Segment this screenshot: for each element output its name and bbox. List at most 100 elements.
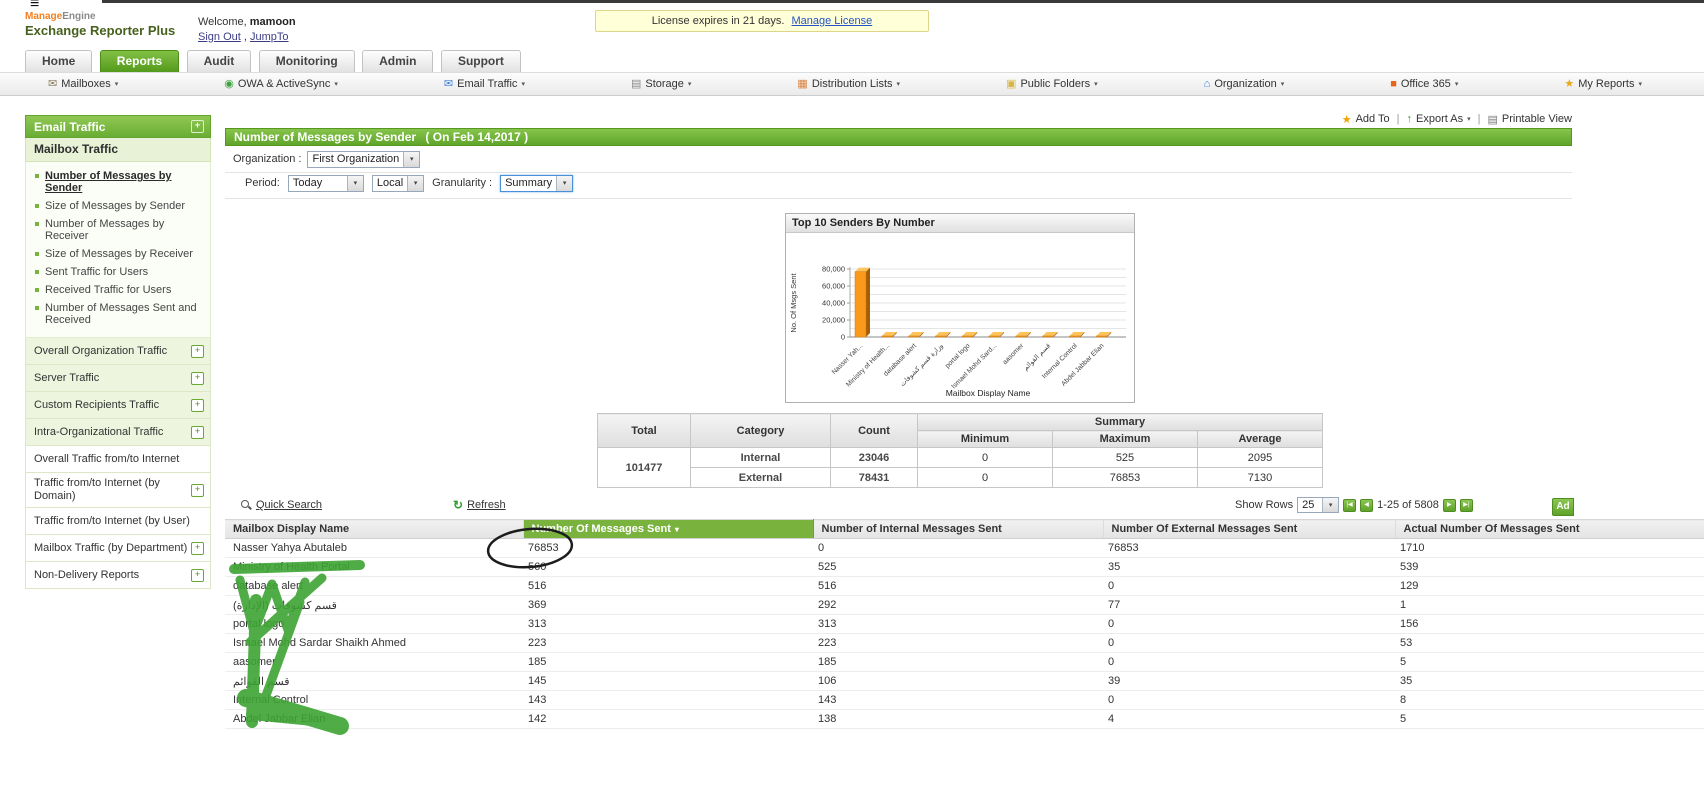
expand-plus-icon[interactable]: + (191, 568, 204, 582)
next-page-button[interactable]: ▶ (1442, 498, 1456, 512)
tab[interactable]: Monitoring (258, 50, 355, 72)
external-messages-cell: 0 (1103, 576, 1395, 596)
expand-icon[interactable]: + (191, 120, 204, 133)
first-page-button[interactable]: |◀ (1343, 498, 1357, 512)
add-to-button[interactable]: ★ Add To (1342, 113, 1390, 126)
svg-text:Mailbox Display Name: Mailbox Display Name (946, 388, 1031, 398)
summary-max: 76853 (1052, 467, 1198, 488)
sidebar-section[interactable]: Custom Recipients Traffic + (25, 392, 211, 419)
nav-item-label: Organization (1214, 78, 1277, 90)
sidebar-header-email-traffic[interactable]: Email Traffic + (25, 115, 211, 138)
chevron-down-icon: ▾ (521, 81, 525, 88)
nav-item[interactable]: ▦ Distribution Lists ▾ (797, 78, 900, 90)
internal-messages-cell: 106 (813, 671, 1103, 691)
summary-category: Internal (690, 447, 831, 468)
nav-item[interactable]: ▣ Public Folders ▾ (1006, 78, 1098, 90)
sidebar-section[interactable]: Overall Organization Traffic + (25, 338, 211, 365)
refresh-icon: ↻ (453, 498, 464, 512)
column-header-mailbox-display-name[interactable]: Mailbox Display Name (225, 519, 524, 539)
sidebar-report-link[interactable]: Size of Messages by Receiver (32, 245, 206, 263)
column-header-external-messages-sent[interactable]: Number Of External Messages Sent (1103, 519, 1396, 539)
nav-item[interactable]: ■ Office 365 ▾ (1390, 78, 1458, 90)
nav-item[interactable]: ★ My Reports ▾ (1564, 78, 1642, 90)
chevron-down-icon: ▾ (1094, 81, 1098, 88)
refresh-button[interactable]: ↻ Refresh (453, 499, 506, 511)
sidebar-section[interactable]: Non-Delivery Reports + (25, 562, 211, 589)
organization-row: Organization : First Organization ▾ (233, 150, 421, 168)
bar-chart: 020,00040,00060,00080,000Nasser Yah...Mi… (789, 265, 1126, 398)
export-as-button[interactable]: ↑ Export As ▾ (1407, 113, 1471, 125)
sidebar-group-mailbox-traffic[interactable]: Mailbox Traffic (25, 138, 211, 162)
prev-page-button[interactable]: ◀ (1360, 498, 1374, 512)
actual-messages-cell: 35 (1395, 671, 1704, 691)
nav-item[interactable]: ✉ Mailboxes ▾ (48, 78, 118, 90)
table-row: portal logo 313 313 0 156 (225, 614, 1704, 634)
mailbox-name-cell: portal logo (225, 614, 523, 634)
period-select[interactable]: Today ▾ (287, 174, 364, 192)
sidebar-section[interactable]: Traffic from/to Internet (by Domain) + (25, 473, 211, 508)
sidebar-report-link[interactable]: Number of Messages by Sender (32, 167, 206, 197)
export-icon: ↑ (1406, 113, 1413, 125)
quick-search-button[interactable]: Quick Search (241, 499, 322, 511)
add-button-clipped[interactable]: Ad (1552, 498, 1574, 516)
svg-text:portal logo: portal logo (944, 342, 972, 370)
mailbox-name-cell: قسم كشوفات (الإدارة) (225, 595, 523, 615)
nav-item[interactable]: ✉ Email Traffic ▾ (444, 78, 525, 90)
sidebar-report-link[interactable]: Number of Messages Sent and Received (32, 299, 206, 329)
expand-plus-icon[interactable]: + (191, 425, 204, 439)
organization-select[interactable]: First Organization ▾ (307, 150, 421, 168)
sidebar-report-link[interactable]: Sent Traffic for Users (32, 263, 206, 281)
sort-desc-icon: ▾ (674, 525, 679, 534)
nav-item[interactable]: ▤ Storage ▾ (631, 78, 691, 90)
primary-tabs: Home Reports Audit Monitoring Admin Supp… (25, 50, 524, 72)
tab[interactable]: Support (440, 50, 521, 72)
internal-messages-cell: 223 (813, 633, 1103, 653)
sign-out-link[interactable]: Sign Out (198, 31, 241, 43)
tab[interactable]: Reports (99, 50, 180, 72)
summary-header-minimum: Minimum (917, 430, 1053, 448)
column-header-actual-messages-sent[interactable]: Actual Number Of Messages Sent (1395, 519, 1704, 539)
mailbox-name-cell: database alert (225, 576, 523, 596)
svg-text:aasomer: aasomer (1002, 342, 1026, 366)
sidebar-section[interactable]: Server Traffic + (25, 365, 211, 392)
nav-item[interactable]: ◉ OWA & ActiveSync ▾ (224, 78, 338, 90)
expand-plus-icon[interactable]: + (191, 344, 204, 358)
chevron-down-icon: ▾ (556, 175, 573, 191)
table-row: قسم كشوفات (الإدارة) 369 292 77 1 (225, 595, 1704, 615)
nav-item[interactable]: ⌂ Organization ▾ (1204, 78, 1285, 90)
sidebar-section[interactable]: Traffic from/to Internet (by User) (25, 508, 211, 535)
granularity-select[interactable]: Summary ▾ (500, 174, 574, 192)
tab[interactable]: Home (25, 50, 93, 72)
manage-license-link[interactable]: Manage License (792, 15, 873, 27)
tab[interactable]: Admin (362, 50, 434, 72)
jump-to-link[interactable]: JumpTo (250, 31, 289, 43)
show-rows-select[interactable]: 25 ▾ (1297, 497, 1340, 513)
expand-plus-icon[interactable]: + (191, 541, 204, 555)
tab[interactable]: Audit (186, 50, 252, 72)
summary-max: 525 (1052, 447, 1198, 468)
mailbox-name-cell: Ismael Mohd Sardar Shaikh Ahmed (225, 633, 523, 653)
summary-header-total: Total (597, 413, 691, 448)
svg-text:20,000: 20,000 (822, 316, 845, 325)
sidebar-report-link[interactable]: Received Traffic for Users (32, 281, 206, 299)
column-header-messages-sent[interactable]: Number Of Messages Sent ▾ (523, 519, 814, 539)
svg-text:60,000: 60,000 (822, 282, 845, 291)
sidebar-section[interactable]: Overall Traffic from/to Internet (25, 446, 211, 473)
actions-separator: | (1396, 113, 1400, 125)
table-toolbar: Quick Search ↻ Refresh Show Rows 25 ▾ |◀… (225, 497, 1574, 516)
sidebar-section[interactable]: Mailbox Traffic (by Department) + (25, 535, 211, 562)
nav-item-icon: ▤ (630, 77, 642, 90)
expand-plus-icon[interactable]: + (191, 371, 204, 385)
sidebar-sections: Overall Organization Traffic + Server Tr… (25, 338, 211, 589)
report-actions: ★ Add To | ↑ Export As ▾ | ▤ Printable V… (1230, 111, 1572, 127)
timezone-select[interactable]: Local ▾ (371, 174, 425, 192)
sidebar-report-link[interactable]: Number of Messages by Receiver (32, 215, 206, 245)
expand-plus-icon[interactable]: + (191, 398, 204, 412)
expand-plus-icon[interactable]: + (191, 483, 204, 497)
mailbox-name-cell: Internal Control (225, 690, 523, 710)
column-header-internal-messages-sent[interactable]: Number of Internal Messages Sent (813, 519, 1104, 539)
sidebar-section[interactable]: Intra-Organizational Traffic + (25, 419, 211, 446)
sidebar-report-link[interactable]: Size of Messages by Sender (32, 197, 206, 215)
last-page-button[interactable]: ▶| (1459, 498, 1473, 512)
printable-view-button[interactable]: ▤ Printable View (1487, 113, 1572, 126)
